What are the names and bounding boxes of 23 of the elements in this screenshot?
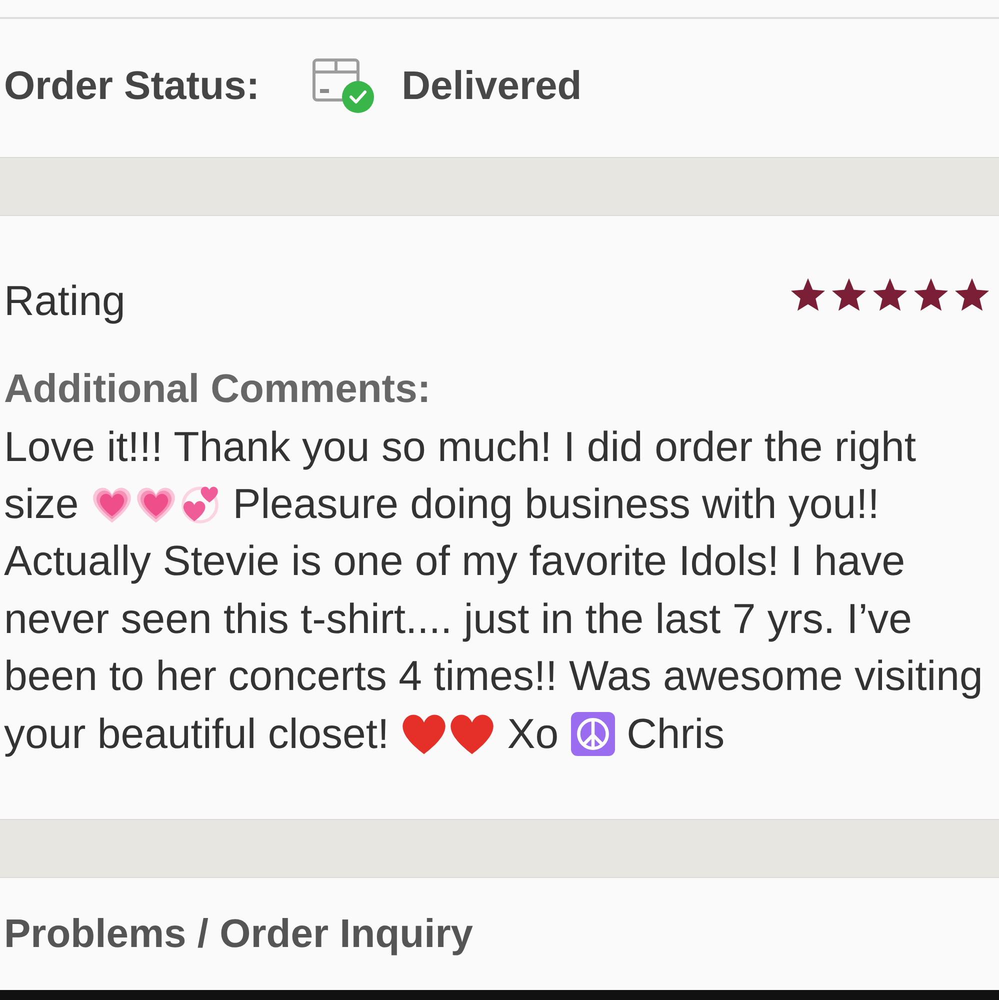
- star-icon: [791, 278, 825, 310]
- star-icon: [873, 278, 907, 310]
- comment-text: Pleasure doing business with you!!: [232, 480, 880, 528]
- inquiry-label: Problems / Order Inquiry: [4, 912, 474, 956]
- star-icon: [832, 278, 866, 310]
- peace-sign-icon: [570, 712, 615, 756]
- comment-text: size: [4, 480, 79, 528]
- comment-text: never seen this t-shirt.... just in the last 7 yrs. I’ve: [4, 594, 912, 643]
- comment-text: been to her concerts 4 times!! Was awesome visiting: [4, 652, 983, 700]
- comment-text: Actually Stevie is one of my favorite Idols! I have: [4, 537, 906, 586]
- comment-text: Love it!!! Thank you so much! I did order the right: [4, 422, 916, 471]
- box-check-icon: [312, 57, 376, 115]
- heart-icon: [449, 712, 496, 755]
- comment-text: Chris: [626, 710, 725, 758]
- comment-text: Xo: [507, 710, 559, 758]
- star-icon: [955, 278, 989, 310]
- order-status-value: Delivered: [402, 64, 582, 108]
- star-icon: [914, 278, 948, 310]
- comment-text: your beautiful closet!: [4, 710, 390, 758]
- order-status-label: Order Status:: [4, 64, 260, 108]
- rating-label: Rating: [4, 277, 126, 325]
- heart-icon: [401, 712, 448, 755]
- comments-label: Additional Comments:: [4, 367, 431, 412]
